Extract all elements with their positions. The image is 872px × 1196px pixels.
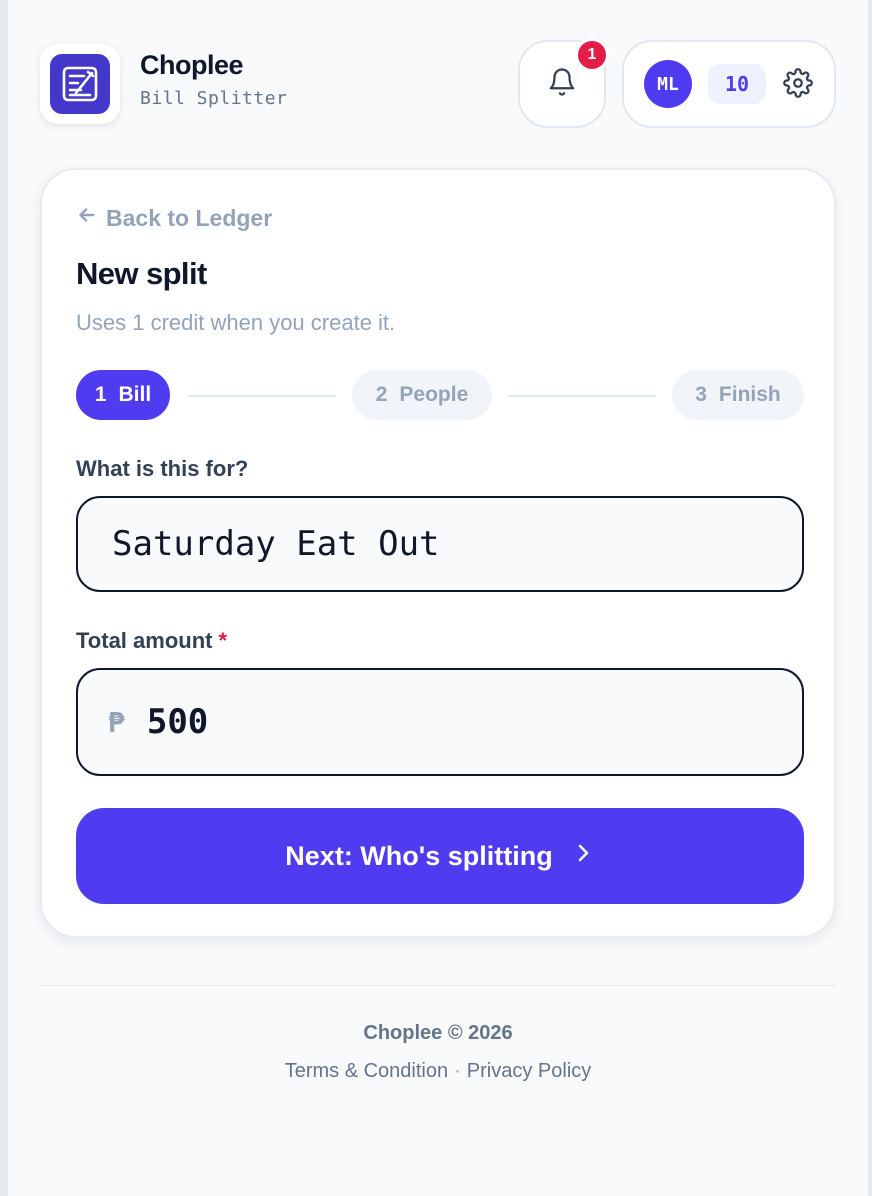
step-label: Bill [118, 383, 152, 406]
settings-button[interactable] [782, 67, 814, 103]
step-finish[interactable]: 3 Finish [672, 370, 804, 420]
footer-copyright: Choplee © 2026 [363, 1022, 513, 1044]
next-button-label: Next: Who's splitting [285, 840, 553, 871]
avatar[interactable]: ML [644, 60, 692, 108]
next-button[interactable]: Next: Who's splitting [76, 808, 804, 904]
amount-label-row: Total amount * [76, 628, 227, 654]
privacy-link[interactable]: Privacy Policy [467, 1060, 591, 1082]
footer-links: Terms & Condition · Privacy Policy [8, 1060, 868, 1083]
credits-badge[interactable]: 10 [708, 64, 766, 104]
amount-label: Total amount [76, 628, 213, 653]
step-label: Finish [718, 383, 781, 406]
required-mark: * [218, 628, 228, 653]
app-logo[interactable] [40, 44, 120, 124]
app-page: Choplee Bill Splitter 1 ML 10 Back to Le… [8, 0, 868, 1196]
arrow-left-icon [76, 204, 98, 232]
back-link-label: Back to Ledger [106, 204, 273, 231]
terms-link[interactable]: Terms & Condition [285, 1060, 448, 1082]
step-label: People [399, 383, 469, 406]
step-people[interactable]: 2 People [352, 370, 492, 420]
currency-symbol: ₱ [108, 705, 125, 739]
step-connector [188, 395, 336, 397]
amount-value: 500 [146, 702, 209, 742]
step-number: 3 [695, 383, 707, 406]
back-to-ledger-link[interactable]: Back to Ledger [76, 204, 272, 232]
description-value: Saturday Eat Out [112, 524, 440, 564]
brand-name: Choplee [140, 50, 244, 80]
step-bill[interactable]: 1 Bill [76, 370, 170, 420]
user-menu: ML 10 [622, 40, 836, 128]
step-number: 2 [375, 383, 388, 406]
step-number: 1 [94, 383, 107, 406]
bell-icon [547, 67, 577, 102]
description-label: What is this for? [76, 456, 249, 481]
chevron-right-icon [571, 841, 595, 872]
notification-count-badge: 1 [575, 38, 609, 72]
description-input[interactable]: Saturday Eat Out [76, 496, 804, 592]
step-connector [508, 395, 656, 397]
gear-icon [783, 67, 813, 103]
brand-subtitle: Bill Splitter [140, 88, 288, 109]
page-subtitle: Uses 1 credit when you create it. [76, 310, 396, 335]
footer-divider [40, 985, 836, 986]
new-split-card: Back to Ledger New split Uses 1 credit w… [40, 168, 836, 938]
amount-input[interactable]: ₱ 500 [76, 668, 804, 776]
page-title: New split [76, 256, 207, 291]
receipt-logo-icon [50, 54, 110, 114]
footer-separator: · [454, 1060, 461, 1082]
